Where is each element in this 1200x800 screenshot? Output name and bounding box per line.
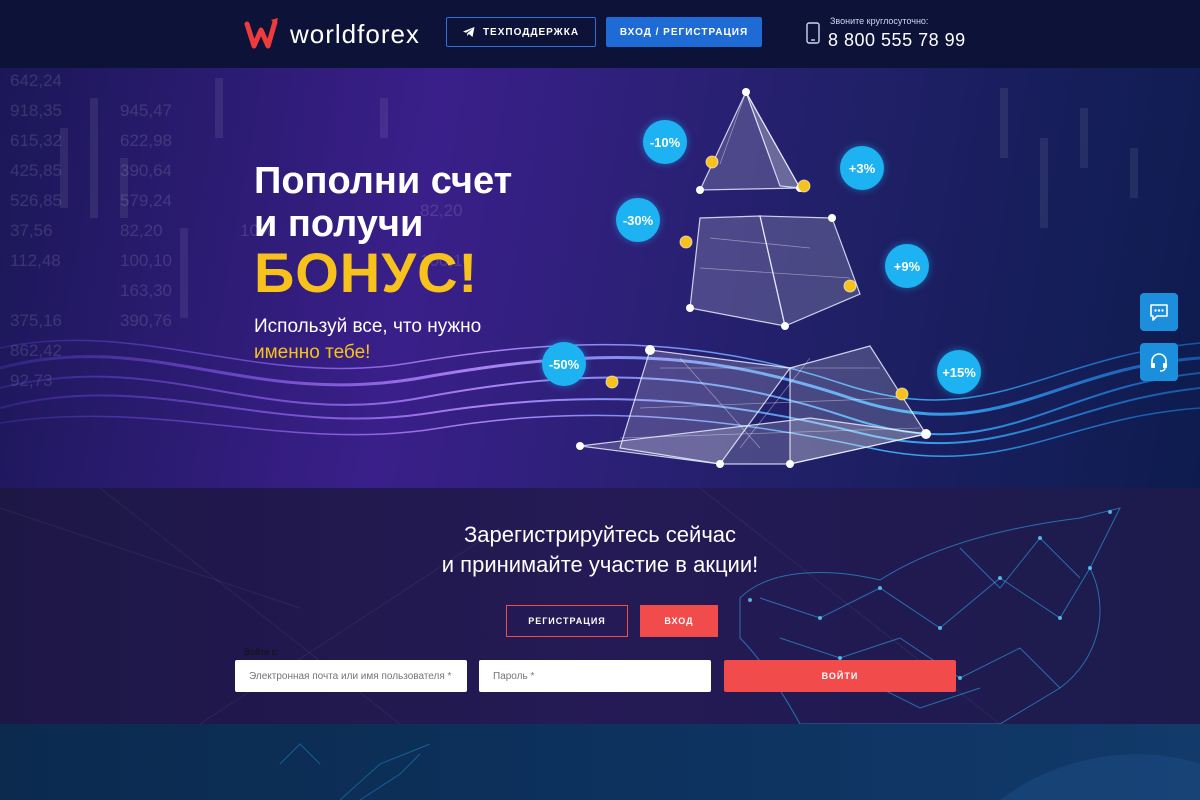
tab-login-label: ВХОД [664,616,694,626]
discount-badge: +3% [840,146,884,190]
submit-login-button[interactable]: ВОЙТИ [724,660,956,692]
hero-title: Пополни счет и получи [254,160,512,246]
discount-badge: +9% [885,244,929,288]
discount-badge: +15% [937,350,981,394]
background-price-number: 425,85 [10,161,62,180]
background-price-number: 92,73 [10,371,53,390]
hero-subtitle-line1: Используй все, что нужно [254,316,482,337]
discount-badge: -50% [542,342,586,386]
password-field[interactable] [479,660,711,692]
phone-caption: Звоните круглосуточно: [830,16,929,26]
tab-register-label: РЕГИСТРАЦИЯ [528,616,606,626]
page: worldforex ТЕХПОДДЕРЖКА ВХОД / РЕГИСТРАЦ… [0,0,1200,800]
hero-subtitle-line2: именно тебе! [254,342,371,363]
phone-icon [806,22,820,44]
register-title-line2: и принимайте участие в акции! [441,552,759,577]
background-price-number: 390,76 [120,311,172,330]
support-chat-button[interactable] [1140,343,1178,381]
discount-badge: -10% [643,120,687,164]
login-register-button[interactable]: ВХОД / РЕГИСТРАЦИЯ [606,17,762,47]
support-button-label: ТЕХПОДДЕРЖКА [482,26,580,38]
next-section-preview [0,724,1200,800]
register-title-line1: Зарегистрируйтесь сейчас [463,522,737,547]
login-register-label: ВХОД / РЕГИСТРАЦИЯ [619,26,749,38]
register-section: Зарегистрируйтесь сейчас и принимайте уч… [0,488,1200,724]
background-price-number: 622,98 [120,131,172,150]
background-price-number: 918,35 [10,101,62,120]
background-price-number: 945,47 [120,101,172,120]
logo-w-icon [244,18,278,49]
email-field[interactable] [235,660,467,692]
support-button[interactable]: ТЕХПОДДЕРЖКА [446,17,596,47]
hero-banner: 642,24 918,35 945,47 615,32 622,98 425,85 390,… [0,68,1200,488]
phone-number[interactable]: 8 800 555 78 99 [828,30,966,51]
background-price-number: 526,85 [10,191,62,210]
chat-button[interactable] [1140,293,1178,331]
background-price-number: 82,20 [120,221,163,240]
login-with-label: Войти с: [244,647,279,657]
background-price-number: 112,48 [10,251,61,270]
background-price-number: 642,24 [10,71,62,90]
hero-bonus: БОНУС! [254,241,479,304]
tab-login[interactable]: ВХОД [640,605,718,637]
discount-badge: -30% [616,198,660,242]
logo-text: worldforex [290,18,420,49]
submit-login-label: ВОЙТИ [821,671,859,681]
logo[interactable]: worldforex [244,14,420,54]
next-section-graphic [279,743,1200,800]
chat-icon [1150,304,1168,321]
background-price-number: 100,10 [120,251,172,270]
tab-register[interactable]: РЕГИСТРАЦИЯ [506,605,628,637]
telegram-icon [462,27,475,37]
site-header: worldforex ТЕХПОДДЕРЖКА ВХОД / РЕГИСТРАЦ… [0,0,1200,68]
headset-icon [1151,353,1167,372]
background-price-number: 375,16 [10,311,62,330]
background-price-number: 163,30 [120,281,172,300]
hero-title-line1: Пополни счет [254,160,513,202]
background-price-number: 37,56 [10,221,53,240]
background-price-number: 615,32 [10,131,62,150]
